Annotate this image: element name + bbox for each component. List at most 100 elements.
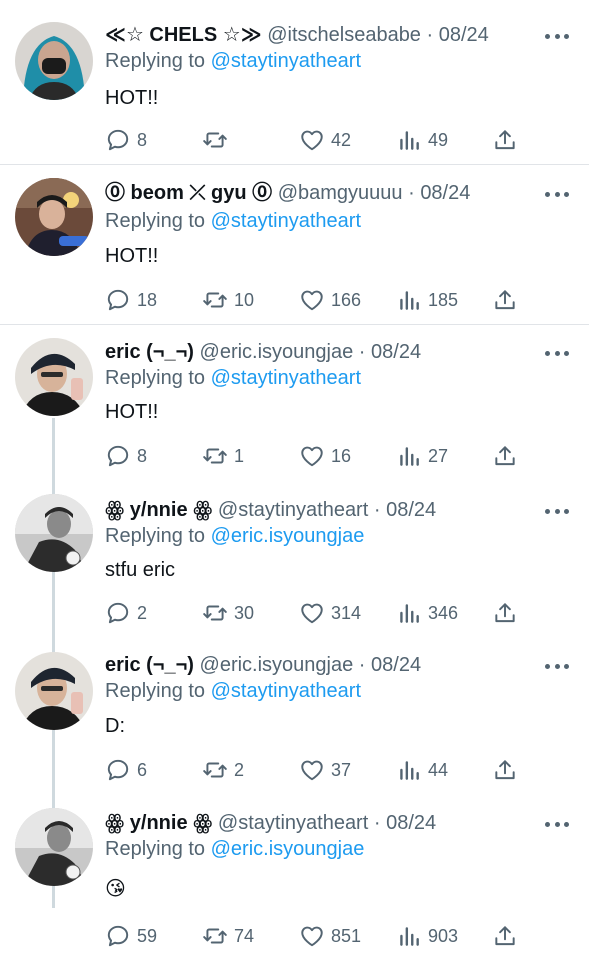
more-icon[interactable] xyxy=(545,187,569,201)
mention-link[interactable]: @eric.isyoungjae xyxy=(211,525,365,547)
reply-button[interactable]: 6 xyxy=(105,757,147,783)
share-button[interactable] xyxy=(492,287,518,313)
reply-button[interactable]: 8 xyxy=(105,443,147,469)
retweet-button[interactable]: 10 xyxy=(202,287,254,313)
separator: · xyxy=(358,341,366,363)
avatar[interactable] xyxy=(15,808,93,886)
mention-link[interactable]: @staytinyatheart xyxy=(211,50,361,72)
reply-button[interactable]: 18 xyxy=(105,287,157,313)
like-button[interactable]: 851 xyxy=(299,923,361,949)
share-button[interactable] xyxy=(492,443,518,469)
more-icon[interactable] xyxy=(545,504,569,518)
views-button[interactable]: 49 xyxy=(396,127,448,153)
user-handle[interactable]: @eric.isyoungjae xyxy=(200,654,354,676)
tweet-date[interactable]: 08/24 xyxy=(371,341,421,363)
share-icon xyxy=(495,290,515,310)
display-name[interactable]: ≪☆ CHELS ☆≫ xyxy=(105,24,262,46)
tweet-text: HOT!! xyxy=(105,401,159,423)
retweet-button[interactable]: 2 xyxy=(202,757,244,783)
retweet-icon xyxy=(203,448,227,464)
retweet-button[interactable] xyxy=(202,127,234,153)
retweet-count: 74 xyxy=(234,925,255,946)
tweet[interactable]: ⓪ beom ⤫ gyu ⓪ @bamgyuuuu · 08/24 Replyi… xyxy=(0,164,589,324)
separator: · xyxy=(408,182,415,204)
tweet-date[interactable]: 08/24 xyxy=(439,24,489,46)
tweet-text: stfu eric xyxy=(105,559,176,581)
tweet-date[interactable]: 08/24 xyxy=(386,812,436,834)
avatar[interactable] xyxy=(15,494,93,572)
reply-icon xyxy=(107,445,129,467)
user-handle[interactable]: @bamgyuuuu xyxy=(278,182,403,204)
more-icon[interactable] xyxy=(545,659,569,673)
reply-count: 6 xyxy=(137,759,148,780)
display-name[interactable]: ⓪ beom ⤫ gyu ⓪ xyxy=(105,182,272,204)
views-button[interactable]: 346 xyxy=(396,600,458,626)
views-icon xyxy=(400,447,419,466)
replying-prefix: Replying to xyxy=(105,50,206,72)
share-button[interactable] xyxy=(492,127,518,153)
mention-link[interactable]: @staytinyatheart xyxy=(211,367,361,389)
views-button[interactable]: 27 xyxy=(396,443,448,469)
like-count: 37 xyxy=(331,759,352,780)
like-button[interactable]: 37 xyxy=(299,757,351,783)
replying-to: Replying to @staytinyatheart xyxy=(105,365,361,391)
replying-to: Replying to @eric.isyoungjae xyxy=(105,523,364,549)
share-button[interactable] xyxy=(492,757,518,783)
tweet-header: eric (¬_¬) @eric.isyoungjae · 08/24 xyxy=(105,652,519,678)
display-name[interactable]: eric (¬_¬) xyxy=(105,341,194,363)
display-name[interactable]: ꙮ y/nnie ꙮ xyxy=(105,812,212,834)
heart-icon xyxy=(301,603,323,624)
tweet[interactable]: ≪☆ CHELS ☆≫ @itschelseababe · 08/24 Repl… xyxy=(0,0,589,164)
tweet[interactable]: eric (¬_¬) @eric.isyoungjae · 08/24 Repl… xyxy=(0,324,589,480)
views-button[interactable]: 185 xyxy=(396,287,458,313)
separator: · xyxy=(426,24,434,46)
mention-link[interactable]: @staytinyatheart xyxy=(211,680,361,702)
like-button[interactable]: 42 xyxy=(299,127,351,153)
views-button[interactable]: 903 xyxy=(396,923,458,949)
more-icon[interactable] xyxy=(545,29,569,43)
tweet-text: HOT!! xyxy=(105,87,159,109)
user-handle[interactable]: @itschelseababe xyxy=(267,24,421,46)
avatar[interactable] xyxy=(15,338,93,416)
retweet-button[interactable]: 30 xyxy=(202,600,254,626)
share-icon xyxy=(495,926,515,946)
user-handle[interactable]: @staytinyatheart xyxy=(218,812,368,834)
tweet[interactable]: ꙮ y/nnie ꙮ @staytinyatheart · 08/24 Repl… xyxy=(0,796,589,960)
more-icon[interactable] xyxy=(545,346,569,360)
more-icon[interactable] xyxy=(545,817,569,831)
replying-to: Replying to @staytinyatheart xyxy=(105,678,361,704)
avatar[interactable] xyxy=(15,22,93,100)
avatar[interactable] xyxy=(15,178,93,256)
display-name[interactable]: ꙮ y/nnie ꙮ xyxy=(105,499,212,521)
like-button[interactable]: 16 xyxy=(299,443,351,469)
reply-button[interactable]: 2 xyxy=(105,600,147,626)
user-handle[interactable]: @eric.isyoungjae xyxy=(200,341,354,363)
like-count: 851 xyxy=(331,925,362,946)
retweet-count: 2 xyxy=(234,759,245,780)
like-button[interactable]: 314 xyxy=(299,600,361,626)
display-name[interactable]: eric (¬_¬) xyxy=(105,654,194,676)
views-icon xyxy=(400,291,419,310)
mention-link[interactable]: @staytinyatheart xyxy=(211,210,361,232)
user-handle[interactable]: @staytinyatheart xyxy=(218,499,368,521)
views-icon xyxy=(400,927,419,946)
tweet-date[interactable]: 08/24 xyxy=(371,654,421,676)
avatar[interactable] xyxy=(15,652,93,730)
share-button[interactable] xyxy=(492,923,518,949)
tweet[interactable]: ꙮ y/nnie ꙮ @staytinyatheart · 08/24 Repl… xyxy=(0,480,589,636)
share-button[interactable] xyxy=(492,600,518,626)
tweet-date[interactable]: 08/24 xyxy=(386,499,436,521)
views-button[interactable]: 44 xyxy=(396,757,448,783)
reply-button[interactable]: 8 xyxy=(105,127,147,153)
tweet-date[interactable]: 08/24 xyxy=(420,182,470,204)
retweet-button[interactable]: 74 xyxy=(202,923,254,949)
retweet-button[interactable]: 1 xyxy=(202,443,244,469)
mention-link[interactable]: @eric.isyoungjae xyxy=(211,838,365,860)
like-button[interactable]: 166 xyxy=(299,287,361,313)
retweet-icon xyxy=(203,292,227,308)
tweet-text: HOT!! xyxy=(105,245,159,267)
tweet[interactable]: eric (¬_¬) @eric.isyoungjae · 08/24 Repl… xyxy=(0,636,589,796)
reply-button[interactable]: 59 xyxy=(105,923,157,949)
separator: · xyxy=(373,812,381,834)
like-count: 42 xyxy=(331,129,352,150)
